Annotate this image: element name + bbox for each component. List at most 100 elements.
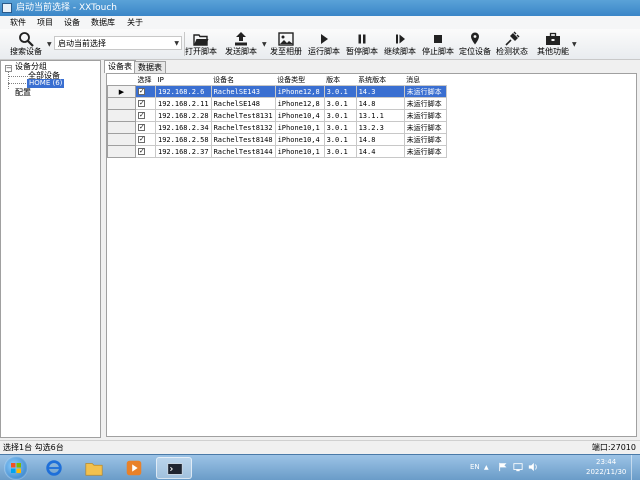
row-header (107, 121, 136, 134)
search-device-button[interactable]: 搜索设备 (6, 29, 46, 59)
clock-time[interactable]: 23:44 (596, 458, 616, 467)
window-title: 启动当前选择 - XXTouch (16, 3, 117, 13)
row-header (107, 133, 136, 146)
search-dropdown-icon[interactable]: ▼ (47, 41, 52, 49)
check-status-label: 检测状态 (496, 47, 528, 56)
taskbar-ie-button[interactable] (36, 457, 72, 479)
column-header-device-type[interactable]: 设备类型 (275, 74, 325, 86)
cell-message: 未运行脚本 (403, 97, 447, 110)
tray-expand-icon[interactable]: ▲ (484, 463, 489, 472)
language-indicator[interactable]: EN (470, 463, 480, 472)
stop-script-button[interactable]: 停止脚本 (421, 29, 455, 59)
table-row[interactable]: ✓ 192.168.2.34 RachelTest8132 iPhone10,1… (107, 121, 447, 134)
run-script-button[interactable]: 运行脚本 (307, 29, 341, 59)
cell-device-name: RachelTest8132 (210, 121, 276, 134)
row-checkbox[interactable]: ✓ (135, 109, 156, 122)
send-album-button[interactable]: 发至相册 (269, 29, 303, 59)
tree-collapse-icon[interactable]: − (5, 65, 12, 72)
script-select[interactable]: 启动当前选择 ▼ (54, 36, 182, 50)
row-header-corner (107, 74, 136, 86)
volume-icon[interactable] (528, 462, 538, 472)
cell-device-type: iPhone10,4 (274, 133, 325, 146)
send-script-dropdown-icon[interactable]: ▼ (262, 41, 267, 49)
cell-message: 未运行脚本 (403, 109, 447, 122)
table-row[interactable]: ✓ 192.168.2.58 RachelTest8148 iPhone10,4… (107, 133, 447, 146)
cell-message: 未运行脚本 (403, 133, 447, 146)
send-script-button[interactable]: 发送脚本 (224, 29, 258, 59)
row-checkbox[interactable]: ✓ (135, 97, 156, 110)
check-status-button[interactable]: 检测状态 (495, 29, 529, 59)
cell-ip: 192.168.2.6 (155, 85, 212, 98)
show-desktop-button[interactable] (631, 455, 640, 480)
row-checkbox[interactable]: ✓ (135, 85, 156, 98)
flag-icon[interactable] (498, 462, 508, 472)
device-group-tree: − 设备分组 全部设备 HOME (6) 配置 (0, 60, 101, 438)
table-row[interactable]: ✓ 192.168.2.11 RachelSE148 iPhone12,8 3.… (107, 97, 447, 110)
menu-database[interactable]: 数据库 (91, 17, 115, 28)
pause-script-button[interactable]: 暂停脚本 (345, 29, 379, 59)
plug-icon (505, 31, 520, 46)
table-row[interactable]: ✓ 192.168.2.37 RachelTest8144 iPhone10,1… (107, 145, 447, 158)
tab-device-table[interactable]: 设备表 (104, 60, 136, 73)
taskbar-media-button[interactable] (116, 457, 152, 479)
taskbar-xxtouch-button[interactable] (156, 457, 192, 479)
cell-message: 未运行脚本 (403, 85, 447, 98)
cell-ip: 192.168.2.28 (155, 109, 212, 122)
column-header-select[interactable]: 选择 (135, 74, 156, 86)
menu-about[interactable]: 关于 (127, 17, 143, 28)
table-row[interactable]: ▶ ✓ 192.168.2.6 RachelSE143 iPhone12,8 3… (107, 85, 447, 98)
play-icon (321, 34, 328, 44)
row-checkbox[interactable]: ✓ (135, 145, 156, 158)
column-header-message[interactable]: 消息 (404, 74, 447, 86)
cell-device-name: RachelTest8131 (210, 109, 276, 122)
column-header-os-version[interactable]: 系统版本 (356, 74, 405, 86)
tree-connector (8, 72, 9, 89)
column-header-ip[interactable]: IP (155, 74, 212, 86)
menu-software[interactable]: 软件 (10, 17, 26, 28)
cell-device-name: RachelTest8148 (210, 133, 276, 146)
tree-node-config[interactable]: 配置 (15, 88, 31, 98)
search-device-label: 搜索设备 (10, 47, 42, 56)
media-player-icon (126, 460, 142, 476)
table-row[interactable]: ✓ 192.168.2.28 RachelTest8131 iPhone10,4… (107, 109, 447, 122)
send-script-label: 发送脚本 (225, 47, 257, 56)
cell-version: 3.0.1 (323, 133, 357, 146)
internet-explorer-icon (46, 460, 62, 476)
taskbar-explorer-button[interactable] (76, 457, 112, 479)
row-header (107, 145, 136, 158)
device-table: 选择 IP 设备名 设备类型 版本 系统版本 消息 ▶ ✓ 192.168.2.… (107, 74, 447, 158)
row-checkbox[interactable]: ✓ (135, 133, 156, 146)
tree-node-home[interactable]: HOME (6) (27, 79, 65, 88)
menu-device[interactable]: 设备 (64, 17, 80, 28)
menu-project[interactable]: 项目 (37, 17, 53, 28)
clock-date[interactable]: 2022/11/30 (586, 468, 626, 477)
start-button[interactable] (4, 456, 28, 480)
cell-os-version: 14.3 (355, 85, 405, 98)
network-icon[interactable] (513, 462, 523, 472)
resume-script-button[interactable]: 继续脚本 (383, 29, 417, 59)
status-port: 端口:27010 (591, 443, 636, 452)
toolbox-icon (546, 32, 560, 45)
row-checkbox[interactable]: ✓ (135, 121, 156, 134)
pause-icon (358, 34, 366, 44)
open-script-button[interactable]: 打开脚本 (184, 29, 218, 59)
tab-data-table[interactable]: 数据表 (134, 61, 166, 73)
row-header (107, 109, 136, 122)
send-album-label: 发至相册 (270, 47, 302, 56)
cell-device-name: RachelTest8144 (210, 145, 276, 158)
cell-device-type: iPhone10,4 (274, 109, 325, 122)
locate-device-button[interactable]: 定位设备 (458, 29, 492, 59)
cell-version: 3.0.1 (323, 121, 357, 134)
console-icon (167, 463, 183, 475)
cell-device-name: RachelSE148 (210, 97, 276, 110)
tree-connector (8, 83, 28, 84)
menu-bar: 软件 项目 设备 数据库 关于 (0, 16, 640, 30)
column-header-device-name[interactable]: 设备名 (211, 74, 276, 86)
column-header-version[interactable]: 版本 (324, 74, 357, 86)
cell-ip: 192.168.2.37 (155, 145, 212, 158)
map-pin-icon (471, 32, 479, 45)
cell-message: 未运行脚本 (403, 121, 447, 134)
other-functions-dropdown-icon[interactable]: ▼ (572, 41, 577, 49)
upload-icon (235, 32, 247, 46)
other-functions-button[interactable]: 其他功能 (536, 29, 570, 59)
